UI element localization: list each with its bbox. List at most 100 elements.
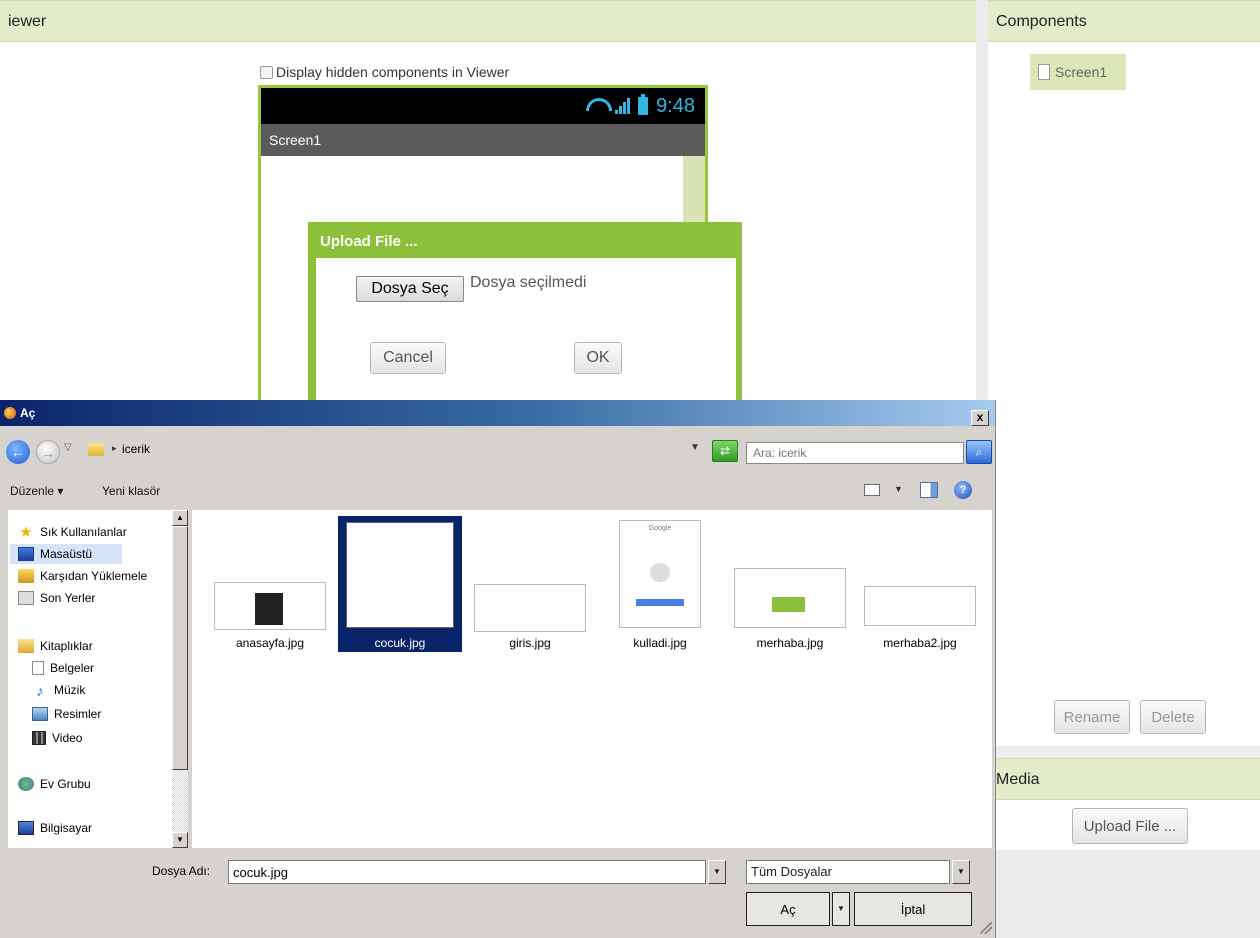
- file-item[interactable]: giris.jpg: [468, 516, 592, 652]
- nav-item-desktop[interactable]: Masaüstü: [10, 544, 123, 564]
- help-icon[interactable]: ?: [954, 481, 972, 499]
- nav-label: Son Yerler: [40, 591, 96, 605]
- nav-item-documents[interactable]: Belgeler: [32, 658, 94, 678]
- filename-dropdown-icon[interactable]: ▼: [708, 860, 726, 884]
- libraries-icon: [18, 639, 34, 653]
- chrome-icon: [4, 407, 16, 419]
- back-arrow-icon[interactable]: ←: [6, 440, 30, 464]
- file-item[interactable]: merhaba.jpg: [728, 516, 852, 652]
- open-button[interactable]: Aç: [746, 892, 830, 926]
- media-header: Media: [988, 758, 1260, 800]
- components-header: Components: [988, 0, 1260, 42]
- folder-icon: [88, 443, 104, 456]
- breadcrumb-chevron-icon[interactable]: ▸: [112, 443, 117, 454]
- component-tree-screen1[interactable]: Screen1: [1030, 54, 1126, 90]
- command-bar: Düzenle ▾ Yeni klasör ▼ ?: [0, 476, 996, 506]
- file-thumbnail: [474, 584, 586, 632]
- phone-screen-title: Screen1: [261, 124, 705, 156]
- file-item[interactable]: anasayfa.jpg: [208, 516, 332, 652]
- file-name: merhaba2.jpg: [883, 636, 957, 650]
- file-name: cocuk.jpg: [374, 636, 426, 650]
- nav-label: Ev Grubu: [40, 777, 91, 791]
- file-name: merhaba.jpg: [756, 636, 824, 650]
- right-column: Components Screen1 Rename Delete Media U…: [988, 0, 1260, 938]
- file-name: kulladi.jpg: [633, 636, 687, 650]
- scroll-thumb[interactable]: [172, 526, 188, 770]
- upload-cancel-button[interactable]: Cancel: [370, 342, 446, 374]
- screen-icon: [1038, 64, 1050, 80]
- no-file-chosen-text: Dosya seçilmedi: [470, 274, 587, 291]
- view-dropdown-icon[interactable]: ▼: [894, 484, 903, 494]
- delete-button[interactable]: Delete: [1140, 700, 1206, 734]
- file-item[interactable]: merhaba2.jpg: [858, 516, 982, 652]
- components-panel: Components Screen1 Rename Delete: [988, 0, 1260, 746]
- resize-grip-icon[interactable]: [980, 922, 992, 934]
- nav-item-pictures[interactable]: Resimler: [32, 704, 101, 724]
- pictures-icon: [32, 707, 48, 721]
- rename-button[interactable]: Rename: [1054, 700, 1130, 734]
- refresh-icon[interactable]: ⇄: [712, 440, 738, 462]
- nav-item-music[interactable]: ♪ Müzik: [32, 680, 85, 700]
- nav-item-libraries[interactable]: Kitaplıklar: [18, 636, 93, 656]
- preview-pane-icon[interactable]: [920, 482, 938, 498]
- choose-file-button[interactable]: Dosya Seç: [356, 276, 464, 302]
- checkbox-box[interactable]: [260, 65, 273, 79]
- file-list: anasayfa.jpg SAFR LU cocuk.jpg giris.jpg…: [192, 510, 992, 848]
- nav-item-video[interactable]: Video: [32, 728, 82, 748]
- change-view-icon[interactable]: [864, 484, 880, 496]
- cancel-button[interactable]: İptal: [854, 892, 972, 926]
- search-icon[interactable]: ⌕: [966, 440, 992, 464]
- file-item[interactable]: SAFR LU cocuk.jpg: [338, 516, 462, 652]
- nav-item-recent[interactable]: Son Yerler: [18, 588, 95, 608]
- close-button[interactable]: x: [971, 410, 989, 426]
- organize-label: Düzenle: [10, 484, 55, 498]
- nav-item-homegroup[interactable]: Ev Grubu: [18, 774, 91, 794]
- upload-dialog-body: Dosya Seç Dosya seçilmedi Cancel OK: [316, 258, 736, 408]
- music-icon: ♪: [36, 683, 44, 700]
- organize-menu[interactable]: Düzenle ▾: [10, 484, 63, 498]
- media-upload-button[interactable]: Upload File ...: [1072, 808, 1188, 844]
- nav-label: Masaüstü: [40, 547, 93, 561]
- nav-label: Müzik: [54, 683, 86, 697]
- nav-label: Belgeler: [50, 661, 95, 675]
- new-folder-button[interactable]: Yeni klasör: [102, 484, 160, 498]
- forward-arrow-icon[interactable]: →: [36, 440, 60, 464]
- nav-item-favorites[interactable]: ★ Sık Kullanılanlar: [18, 522, 126, 542]
- dialog-titlebar[interactable]: Aç: [0, 400, 995, 426]
- phone-status-bar: 9:48: [261, 88, 705, 124]
- documents-icon: [32, 661, 44, 675]
- search-input[interactable]: [746, 442, 964, 464]
- filetype-dropdown-icon[interactable]: ▼: [952, 860, 970, 884]
- address-dropdown-icon[interactable]: ▼: [690, 442, 700, 453]
- upload-file-dialog: Upload File ... Dosya Seç Dosya seçilmed…: [308, 222, 742, 408]
- computer-icon: [18, 821, 34, 835]
- signal-icon: [615, 98, 631, 114]
- nav-item-computer[interactable]: Bilgisayar: [18, 818, 92, 838]
- file-thumbnail: [864, 586, 976, 626]
- nav-label: Karşıdan Yüklemele: [40, 569, 148, 583]
- star-icon: ★: [19, 524, 33, 541]
- scroll-up-icon[interactable]: ▲: [172, 510, 188, 526]
- history-dropdown-icon[interactable]: ▽: [64, 442, 72, 453]
- component-tree-label: Screen1: [1055, 64, 1108, 80]
- recent-places-icon: [18, 591, 34, 605]
- upload-ok-button[interactable]: OK: [574, 342, 622, 374]
- nav-scrollbar[interactable]: ▲ ▼: [172, 510, 188, 848]
- thumbnail-text: Google: [648, 525, 672, 532]
- file-thumbnail: [734, 568, 846, 628]
- display-hidden-checkbox[interactable]: Display hidden components in Viewer: [260, 64, 509, 80]
- nav-item-downloads[interactable]: Karşıdan Yüklemele: [18, 566, 147, 586]
- filetype-select[interactable]: Tüm Dosyalar: [746, 860, 950, 884]
- nav-label: Video: [52, 731, 83, 745]
- breadcrumb[interactable]: icerik: [122, 442, 150, 456]
- upload-dialog-title: Upload File ...: [320, 233, 418, 250]
- scroll-down-icon[interactable]: ▼: [172, 832, 188, 848]
- nav-label: Kitaplıklar: [40, 639, 93, 653]
- downloads-icon: [18, 569, 34, 583]
- filename-input[interactable]: [228, 860, 706, 884]
- open-options-dropdown-icon[interactable]: ▼: [832, 892, 850, 926]
- file-item[interactable]: Google kulladi.jpg: [598, 516, 722, 652]
- file-name: giris.jpg: [509, 636, 551, 650]
- file-name: anasayfa.jpg: [235, 636, 305, 650]
- nav-label: Bilgisayar: [40, 821, 93, 835]
